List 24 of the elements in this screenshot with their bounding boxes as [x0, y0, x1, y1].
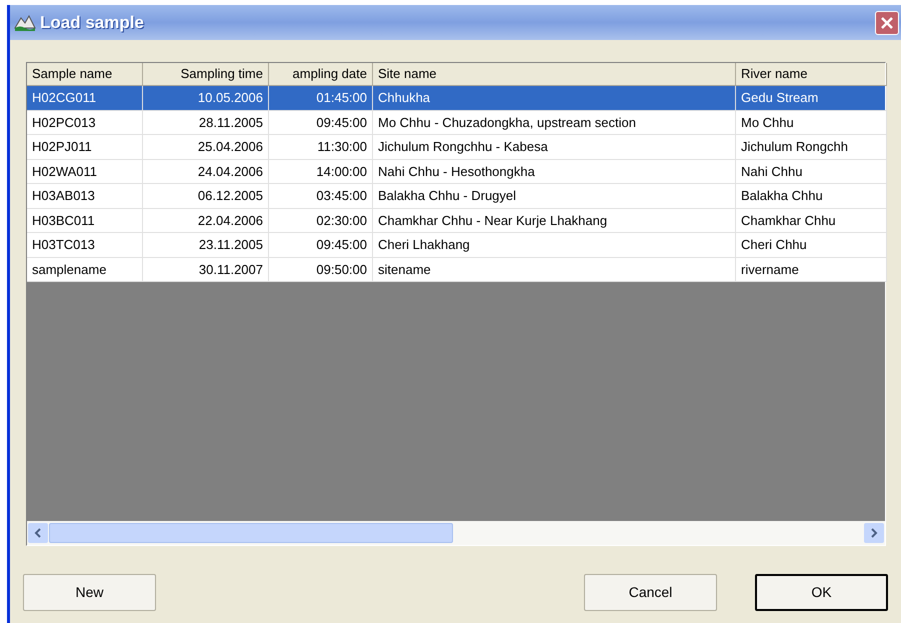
close-button[interactable]	[875, 10, 899, 34]
dialog-button[interactable]: OK	[755, 574, 888, 611]
close-icon	[880, 16, 894, 30]
table-row[interactable]: H02PJ011 25.04.2006 11:30:00 Jichulum Rongchhu - Kabesa Jichulum Rongchh	[27, 135, 885, 160]
table-cell: samplename	[27, 258, 143, 282]
scroll-right-button[interactable]	[864, 523, 884, 543]
table-row[interactable]: H03AB013 06.12.2005 03:45:00 Balakha Chhu - Drugyel Balakha Chhu	[27, 184, 885, 208]
table-row[interactable]: H03TC013 23.11.2005 09:45:00 Cheri Lhakhang Cheri Chhu	[27, 233, 885, 258]
horizontal-scrollbar[interactable]	[27, 521, 885, 545]
dialog-button[interactable]: New	[23, 574, 156, 611]
table-cell: sitename	[373, 258, 736, 282]
scroll-left-button[interactable]	[28, 523, 48, 543]
mountain-icon	[14, 14, 36, 32]
scrollbar-thumb[interactable]	[49, 523, 453, 543]
window-title: Load sample	[40, 12, 144, 34]
table-row[interactable]: H02PC013 28.11.2005 09:45:00 Mo Chhu - Chuzadongkha, upstream section Mo Chhu	[27, 110, 885, 135]
table-cell: 30.11.2007	[143, 258, 269, 282]
table-row[interactable]: H03BC011 22.04.2006 02:30:00 Chamkhar Chhu - Near Kurje Lhakhang Chamkhar Chhu	[27, 208, 885, 233]
table-row[interactable]: H02CG011 10.05.2006 01:45:00 Chhukha Gedu Stream	[27, 86, 885, 110]
table-row[interactable]: H02WA011 24.04.2006 14:00:00 Nahi Chhu - Hesothongkha Nahi Chhu	[27, 160, 885, 184]
table-cell: rivername	[736, 258, 887, 282]
table-cell: 09:50:00	[269, 258, 373, 282]
dialog-button[interactable]: Cancel	[584, 574, 717, 611]
table-row[interactable]: samplename 30.11.2007 09:50:00 sitename rivername	[27, 258, 885, 282]
